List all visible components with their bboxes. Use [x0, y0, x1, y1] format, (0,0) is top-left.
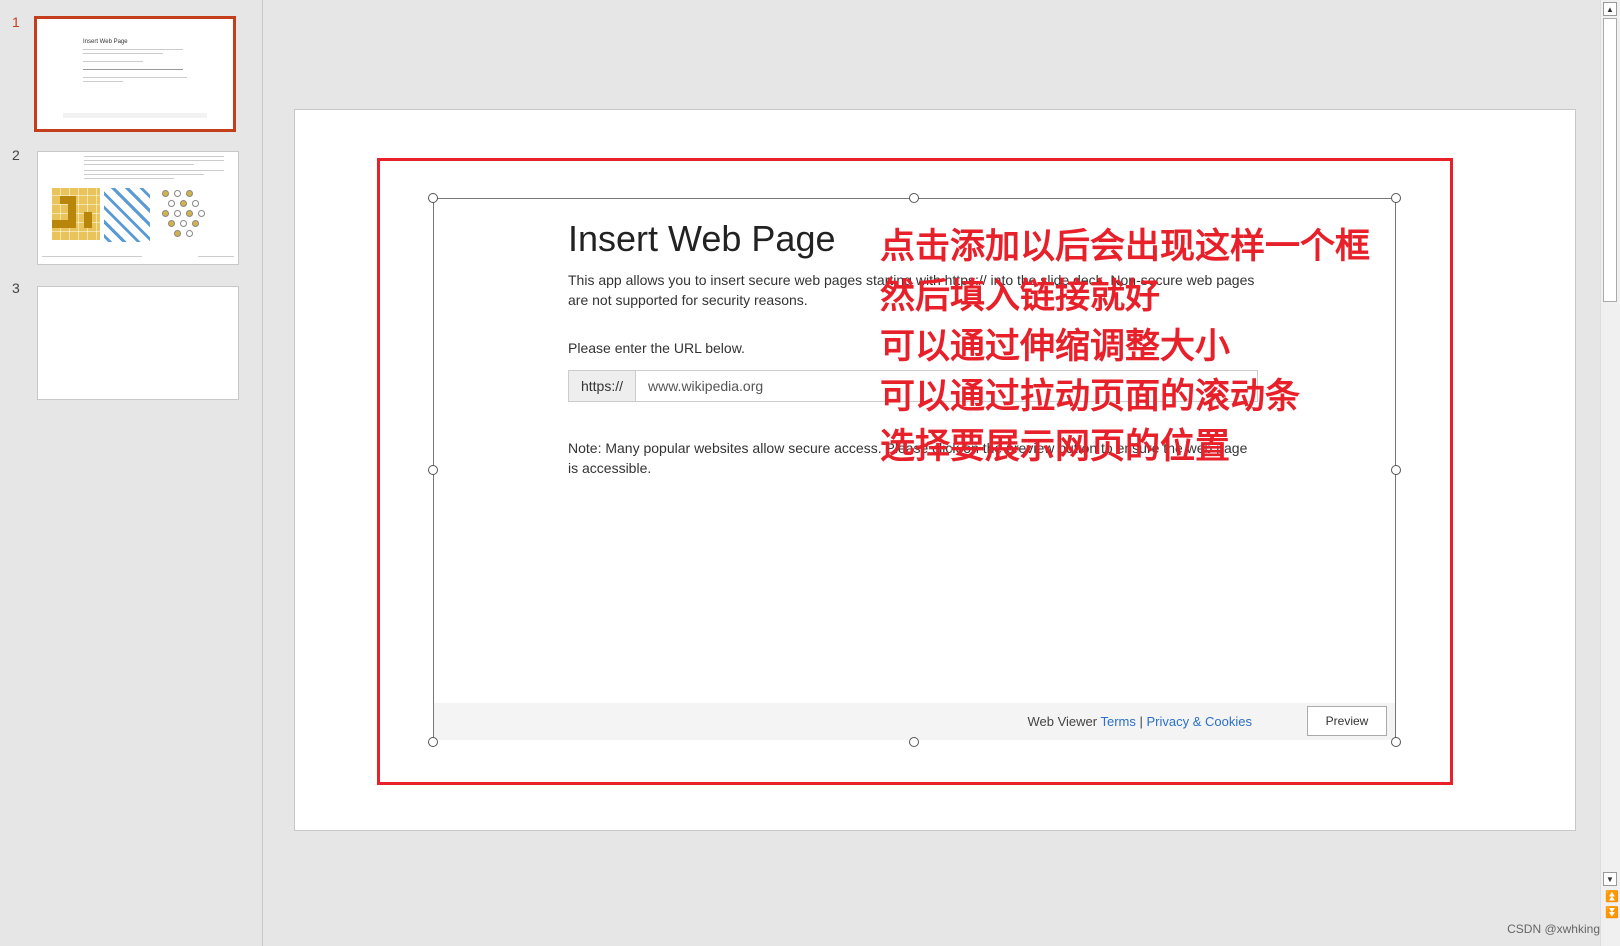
slide-number-1: 1: [12, 14, 20, 30]
footer-separator: |: [1139, 714, 1143, 729]
thumbnail-grid-block: [52, 220, 76, 228]
slide-number-3: 3: [12, 280, 20, 296]
thumbnail-diagonal-figure: [104, 188, 150, 242]
thumbnail-caption-line: [42, 256, 142, 257]
resize-handle-top-right[interactable]: [1391, 193, 1401, 203]
resize-handle-left[interactable]: [428, 465, 438, 475]
thumbnail-node-dot: [162, 190, 169, 197]
thumbnail-grid-block: [68, 204, 76, 220]
thumbnail-text-line: [83, 49, 183, 50]
footer-links: Web Viewer Terms | Privacy & Cookies: [1027, 714, 1252, 729]
thumbnail-text-line: [84, 170, 224, 171]
thumbnail-footer: [63, 113, 207, 118]
slide-thumbnail-3[interactable]: [37, 286, 239, 400]
thumbnail-grid-block: [84, 212, 92, 228]
thumbnail-text-line: [84, 160, 224, 161]
thumbnail-node-dot: [180, 220, 187, 227]
preview-button[interactable]: Preview: [1307, 706, 1387, 736]
thumbnail-text-line: [84, 174, 204, 175]
annotation-line: 可以通过伸缩调整大小: [880, 327, 1231, 367]
slide-number-2: 2: [12, 147, 20, 163]
thumbnail-text-line: [83, 81, 123, 82]
terms-link[interactable]: Terms: [1100, 714, 1135, 729]
annotation-line: 可以通过拉动页面的滚动条: [880, 377, 1301, 417]
resize-handle-bottom[interactable]: [909, 737, 919, 747]
footer-label: Web Viewer: [1027, 714, 1098, 729]
resize-handle-bottom-right[interactable]: [1391, 737, 1401, 747]
annotation-line: 选择要展示网页的位置: [880, 427, 1231, 467]
thumbnail-text-line: [83, 61, 143, 62]
web-viewer-footer: Web Viewer Terms | Privacy & Cookies Pre…: [434, 703, 1395, 740]
thumbnail-text-line: [84, 178, 174, 179]
privacy-cookies-link[interactable]: Privacy & Cookies: [1147, 714, 1252, 729]
scrollbar-thumb[interactable]: [1603, 18, 1617, 302]
thumbnail-node-dot: [186, 190, 193, 197]
thumbnail-text-line: [83, 77, 187, 78]
url-prefix-label: https://: [569, 371, 636, 401]
resize-handle-bottom-left[interactable]: [428, 737, 438, 747]
thumbnail-node-dot: [174, 210, 181, 217]
thumbnail-node-dot: [192, 200, 199, 207]
resize-handle-top[interactable]: [909, 193, 919, 203]
thumbnail-grid-figure: [52, 188, 100, 240]
thumbnail-node-dot: [180, 200, 187, 207]
thumbnail-text-line: [84, 164, 194, 165]
annotation-line: 点击添加以后会出现这样一个框: [880, 227, 1371, 267]
thumbnail-text-line: [84, 156, 224, 157]
thumbnail-text-line: [83, 53, 163, 54]
thumbnail-node-dot: [198, 210, 205, 217]
thumbnail-url-field: [83, 69, 183, 70]
annotation-text: 点击添加以后会出现这样一个框 然后填入链接就好 可以通过伸缩调整大小 可以通过拉…: [880, 222, 1370, 472]
thumbnail-node-dot: [192, 220, 199, 227]
thumbnail-node-dot: [168, 200, 175, 207]
next-slide-icon[interactable]: ⏬: [1605, 906, 1619, 919]
thumbnail-caption-line: [198, 256, 234, 257]
thumbnail-node-dot: [174, 230, 181, 237]
url-prompt-label: Please enter the URL below.: [568, 340, 745, 356]
watermark: CSDN @xwhking: [1507, 922, 1600, 936]
annotation-line: 然后填入链接就好: [880, 277, 1161, 317]
thumbnail-title: Insert Web Page: [83, 39, 128, 45]
web-viewer-title: Insert Web Page: [568, 218, 836, 259]
thumbnail-node-dot: [162, 210, 169, 217]
thumbnail-node-dot: [186, 210, 193, 217]
scroll-down-icon[interactable]: ▼: [1603, 872, 1617, 886]
previous-slide-icon[interactable]: ⏫: [1605, 890, 1619, 903]
resize-handle-right[interactable]: [1391, 465, 1401, 475]
scroll-up-icon[interactable]: ▲: [1603, 2, 1617, 16]
vertical-scrollbar[interactable]: ▲ ▼ ⏫ ⏬: [1600, 0, 1620, 946]
thumbnail-node-dot: [174, 190, 181, 197]
thumbnail-node-dot: [186, 230, 193, 237]
thumbnail-grid-block: [60, 196, 76, 204]
slide-thumbnail-panel: 1 Insert Web Page 2 3: [0, 0, 263, 946]
slide-thumbnail-2[interactable]: [37, 151, 239, 265]
thumbnail-node-dot: [168, 220, 175, 227]
slide-thumbnail-1[interactable]: Insert Web Page: [34, 16, 236, 132]
resize-handle-top-left[interactable]: [428, 193, 438, 203]
